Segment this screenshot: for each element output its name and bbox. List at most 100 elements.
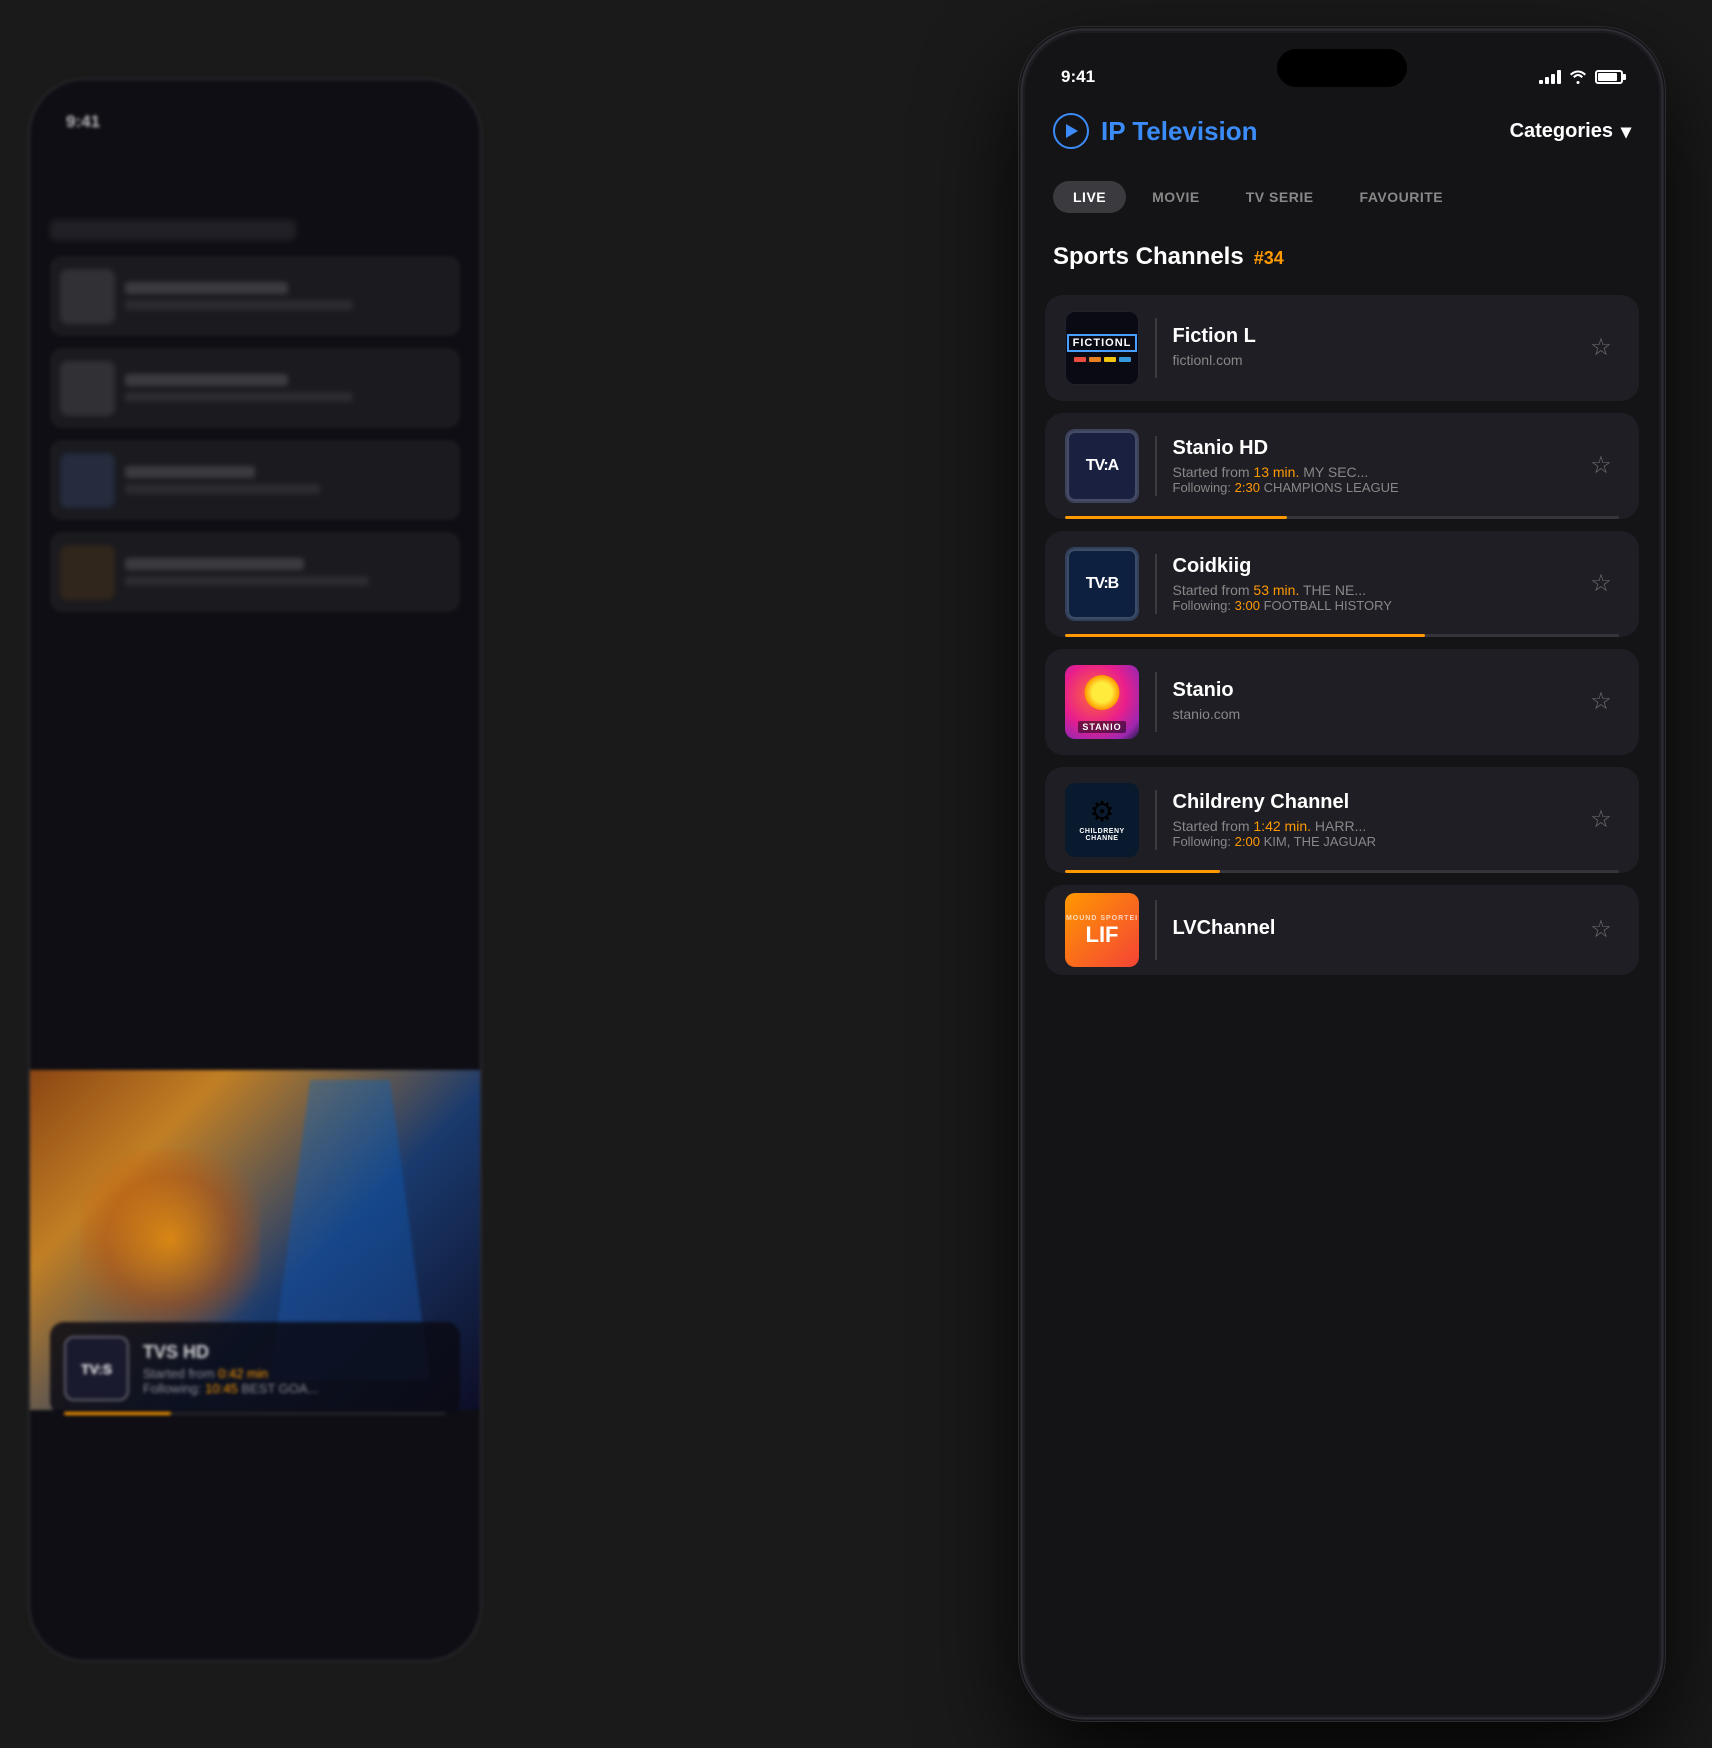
coidkiig-info: Coidkiig Started from 53 min. THE NE... …: [1173, 555, 1568, 613]
childreny-progress: [1065, 870, 1619, 873]
categories-button[interactable]: Categories ▾: [1510, 119, 1631, 144]
coidkiig-following-label: Following:: [1173, 598, 1235, 613]
tab-favourite[interactable]: FAVOURITE: [1340, 181, 1464, 213]
chevron-down-icon: ▾: [1621, 119, 1631, 144]
star-icon: ☆: [1590, 454, 1612, 478]
bg-tvs-title: TVS HD: [143, 1342, 446, 1363]
signal-bar-4: [1557, 70, 1561, 84]
tab-live-label: LIVE: [1073, 189, 1106, 205]
dynamic-island: [1277, 49, 1407, 87]
bg-tvs-sub2-text: BEST GOA...: [241, 1381, 318, 1396]
channel-divider: [1155, 318, 1157, 378]
coidkiig-progress: [1065, 634, 1619, 637]
status-time: 9:41: [1061, 67, 1095, 87]
channel-divider: [1155, 554, 1157, 614]
fictionl-info: Fiction L fictionl.com: [1173, 325, 1568, 372]
channel-card-fictionl[interactable]: FICTIONL Fiction L fictionl.com: [1045, 295, 1639, 401]
tvb-logo: TV:B: [1065, 547, 1139, 621]
tvb-logo-text: TV:B: [1086, 575, 1118, 593]
childreny-gear-icon: ⚙: [1089, 798, 1114, 826]
main-phone-screen: 9:41: [1025, 33, 1659, 1715]
channel-card-coidkiig[interactable]: TV:B Coidkiig Started from 53 min. THE N…: [1045, 531, 1639, 637]
bg-tvs-sub1-time: 0:42 min: [218, 1366, 268, 1381]
stanio-name: Stanio: [1173, 679, 1568, 702]
lvchannel-name: LVChannel: [1173, 917, 1568, 940]
tab-movie[interactable]: MOVIE: [1132, 181, 1220, 213]
stanio-hd-progress-fill: [1065, 516, 1287, 519]
stanio-hd-name: Stanio HD: [1173, 437, 1568, 460]
coidkiig-following: Following: 3:00 FOOTBALL HISTORY: [1173, 598, 1568, 613]
childreny-favourite-button[interactable]: ☆: [1583, 802, 1619, 838]
bg-tvs-sub1: Started from: [143, 1366, 218, 1381]
categories-label: Categories: [1510, 120, 1613, 143]
childreny-following: Following: 2:00 KIM, THE JAGUAR: [1173, 834, 1568, 849]
stanio-hd-subtext: MY SEC...: [1303, 464, 1368, 480]
channel-list: FICTIONL Fiction L fictionl.com: [1045, 295, 1639, 1685]
fictionl-favourite-button[interactable]: ☆: [1583, 330, 1619, 366]
star-icon: ☆: [1590, 918, 1612, 942]
stanio-favourite-button[interactable]: ☆: [1583, 684, 1619, 720]
childreny-progress-fill: [1065, 870, 1220, 873]
childreny-label: CHILDRENYCHANNE: [1079, 828, 1124, 842]
fictionl-sub: fictionl.com: [1173, 352, 1568, 368]
star-icon: ☆: [1590, 572, 1612, 596]
stanio-hd-following-text: CHAMPIONS LEAGUE: [1264, 480, 1399, 495]
childreny-following-time: 2:00: [1235, 834, 1260, 849]
signal-bar-1: [1539, 80, 1543, 84]
signal-bar-2: [1545, 77, 1549, 84]
signal-bar-3: [1551, 74, 1555, 84]
main-phone-wrapper: 9:41: [1022, 30, 1662, 1718]
childreny-following-text: KIM, THE JAGUAR: [1264, 834, 1376, 849]
section-title: Sports Channels: [1053, 243, 1244, 271]
bg-tvs-logo-text: TV:S: [81, 1361, 112, 1377]
bg-tvs-sub2: Following:: [143, 1381, 205, 1396]
stanio-info: Stanio stanio.com: [1173, 679, 1568, 726]
lv-brand-top: MOUND SPORTEI: [1066, 915, 1138, 922]
stanio-hd-favourite-button[interactable]: ☆: [1583, 448, 1619, 484]
stanio-badge: STANIO: [1078, 721, 1125, 733]
coidkiig-name: Coidkiig: [1173, 555, 1568, 578]
childreny-sub: Started from 1:42 min. HARR...: [1173, 818, 1568, 834]
stanio-hd-following-time: 2:30: [1235, 480, 1260, 495]
childreny-sub-label: Started from: [1173, 818, 1250, 834]
stanio-hd-following: Following: 2:30 CHAMPIONS LEAGUE: [1173, 480, 1568, 495]
lv-brand-main: LIF: [1086, 924, 1119, 946]
star-icon: ☆: [1590, 336, 1612, 360]
battery-icon: [1595, 70, 1623, 84]
stanio-hd-sub-label: Started from: [1173, 464, 1250, 480]
app-title-group: IP Television: [1053, 113, 1258, 149]
fictionl-name: Fiction L: [1173, 325, 1568, 348]
stanio-hd-info: Stanio HD Started from 13 min. MY SEC...…: [1173, 437, 1568, 495]
tab-favourite-label: FAVOURITE: [1360, 189, 1444, 205]
star-icon: ☆: [1590, 690, 1612, 714]
star-icon: ☆: [1590, 808, 1612, 832]
bg-time: 9:41: [66, 112, 100, 132]
tva-logo-text: TV:A: [1086, 457, 1118, 475]
lvchannel-favourite-button[interactable]: ☆: [1583, 912, 1619, 948]
tab-live[interactable]: LIVE: [1053, 181, 1126, 213]
stanio-sub: stanio.com: [1173, 706, 1568, 722]
main-phone-frame: 9:41: [1022, 30, 1662, 1718]
childreny-following-label: Following:: [1173, 834, 1235, 849]
channel-divider: [1155, 790, 1157, 850]
coidkiig-favourite-button[interactable]: ☆: [1583, 566, 1619, 602]
play-triangle: [1066, 124, 1078, 138]
channel-card-stanio-hd[interactable]: TV:A Stanio HD Started from 13 min. MY S…: [1045, 413, 1639, 519]
stanio-hd-time: 13 min.: [1253, 464, 1299, 480]
stanio-sun: [1085, 675, 1120, 710]
tva-logo: TV:A: [1065, 429, 1139, 503]
tab-tvserie-label: TV SERIE: [1246, 189, 1314, 205]
channel-divider: [1155, 436, 1157, 496]
app-header: IP Television Categories ▾: [1025, 103, 1659, 159]
channel-card-childreny[interactable]: ⚙ CHILDRENYCHANNE Childreny Channel Star…: [1045, 767, 1639, 873]
bg-tvs-card: TV:S TVS HD Started from 0:42 min Follow…: [50, 1322, 460, 1415]
stanio-hd-progress: [1065, 516, 1619, 519]
childreny-info: Childreny Channel Started from 1:42 min.…: [1173, 791, 1568, 849]
tab-tvserie[interactable]: TV SERIE: [1226, 181, 1334, 213]
app-title: IP Television: [1101, 116, 1258, 147]
play-icon: [1053, 113, 1089, 149]
coidkiig-sub: Started from 53 min. THE NE...: [1173, 582, 1568, 598]
channel-card-stanio[interactable]: STANIO Stanio stanio.com ☆: [1045, 649, 1639, 755]
signal-bars-icon: [1539, 70, 1561, 84]
channel-card-lvchannel[interactable]: MOUND SPORTEI LIF LVChannel ☆: [1045, 885, 1639, 975]
